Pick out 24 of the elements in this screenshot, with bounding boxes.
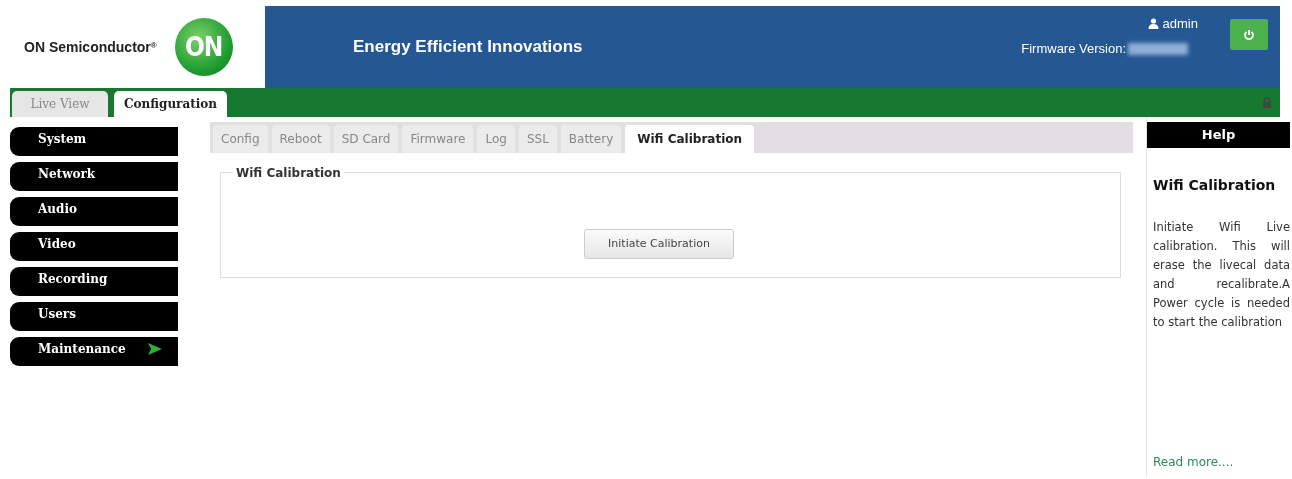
read-more-link[interactable]: Read more.... [1153, 453, 1290, 471]
sidebar-item[interactable]: Users [10, 302, 178, 331]
redacted-block [1128, 42, 1188, 55]
tab[interactable]: Wifi Calibration [625, 125, 755, 153]
tagline: Energy Efficient Innovations [353, 36, 583, 59]
sidebar-item[interactable]: System [10, 127, 178, 156]
power-icon [1243, 28, 1255, 41]
brand-name: ON Semiconductor$^{®}$ [24, 37, 157, 57]
user-label: admin [1147, 14, 1198, 34]
sidebar-item[interactable]: Maintenance [10, 337, 178, 366]
help-header: Help [1147, 122, 1290, 148]
help-title: Wifi Calibration [1153, 176, 1277, 195]
sidebar-item[interactable]: Network [10, 162, 178, 191]
firmware-label: Firmware Version: [1021, 40, 1126, 58]
lock-icon [1262, 97, 1272, 108]
help-text: Initiate Wifi Live calibration. This will erase the livecal data and recalibrate.A Power cycle is needed to start the calibration [1153, 219, 1290, 331]
sidebar-item[interactable]: Recording [10, 267, 178, 296]
initiate-calibration-button[interactable]: Initiate Calibration [584, 229, 734, 259]
sidebar-item[interactable]: Audio [10, 197, 178, 226]
logo: ON [174, 18, 233, 76]
user-icon [1147, 18, 1159, 29]
power-button[interactable] [1230, 19, 1268, 50]
sidebar-item[interactable]: Video [10, 232, 178, 261]
main-tab[interactable]: Configuration [114, 91, 228, 117]
